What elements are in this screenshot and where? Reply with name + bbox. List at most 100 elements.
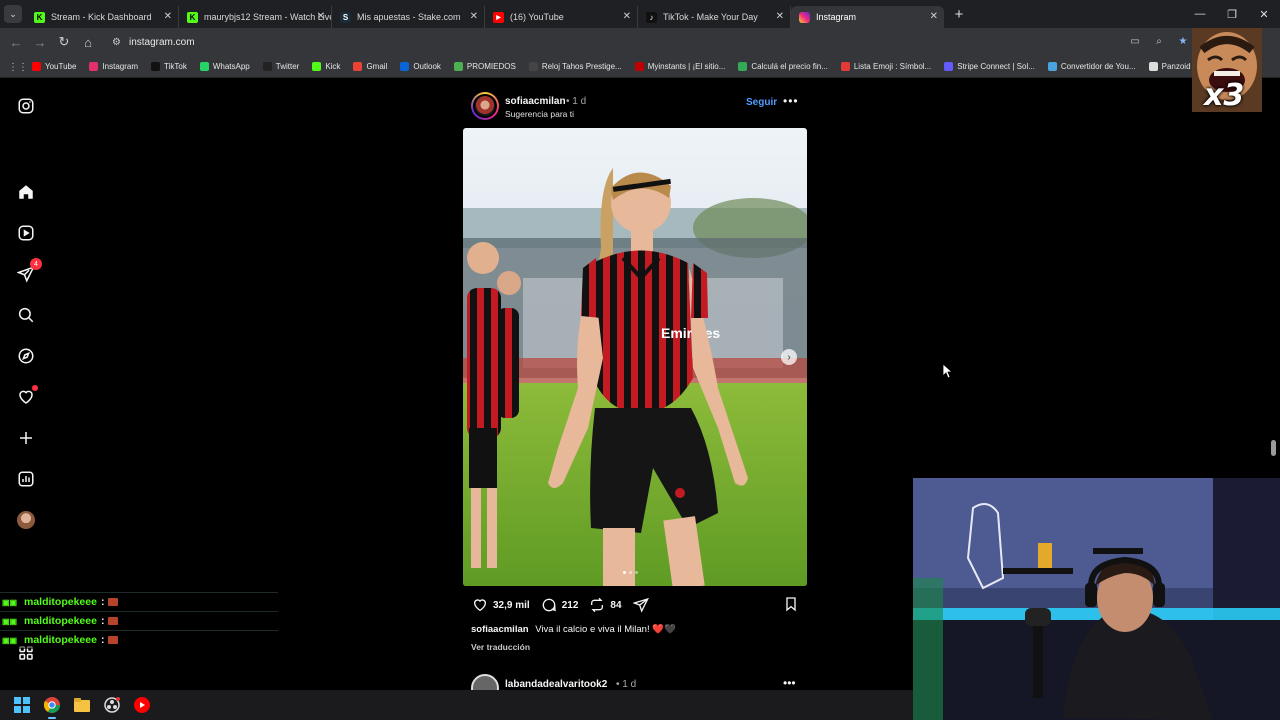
site-info-icon[interactable]: ⚙ [112,37,121,48]
obs-studio-icon[interactable] [102,695,122,715]
address-bar[interactable]: ⚙ instagram.com [104,31,1104,53]
notifications-heart-icon[interactable] [16,385,38,407]
instagram-logo-icon[interactable] [16,96,36,116]
close-icon[interactable]: ✕ [317,11,325,22]
bookmark-item[interactable]: Instagram [89,62,138,71]
post-photo[interactable]: Emirates › [463,128,807,586]
bookmark-item[interactable]: Convertidor de You... [1047,62,1136,71]
tab-kick-stream[interactable]: K maurybjs12 Stream - Watch Live ✕ [179,6,332,28]
post-time: • 1 d [566,96,587,107]
page-scrollbar[interactable] [1271,440,1276,456]
create-plus-icon[interactable] [16,428,36,448]
zoom-icon[interactable]: ⌕ [1152,34,1166,48]
bookmark-favicon-icon [199,62,209,71]
tab-youtube[interactable]: ▶ (16) YouTube ✕ [485,6,638,28]
bookmark-label: YouTube [45,62,77,71]
chat-message: ▣▣ malditopekeee : [0,611,278,630]
share-icon[interactable] [632,596,650,614]
close-icon[interactable]: ✕ [623,11,631,22]
bookmark-item[interactable]: Outlook [400,62,441,71]
bookmark-item[interactable]: TikTok [151,62,187,71]
bookmark-item[interactable]: Kick [312,62,340,71]
minimize-icon[interactable]: — [1184,0,1216,28]
profile-avatar[interactable] [17,511,35,529]
chrome-taskbar-icon[interactable] [42,695,62,719]
post-actions: 32,9 mil 212 84 [471,595,801,615]
close-window-icon[interactable]: ✕ [1248,0,1280,28]
next-post-more-button[interactable]: ••• [783,676,796,690]
home-icon[interactable] [16,182,36,202]
bookmark-star-icon[interactable]: ★ [1176,34,1190,48]
next-post-avatar[interactable] [471,674,499,690]
browser-tab-strip: ⌄ K Stream - Kick Dashboard ✕ K maurybjs… [0,0,1280,28]
tab-instagram[interactable]: Instagram ✕ [791,6,944,28]
bookmark-label: Outlook [413,62,441,71]
chat-username: malditopekeee [24,615,97,627]
comment-icon[interactable] [540,596,558,614]
maximize-icon[interactable]: ❐ [1216,0,1248,28]
close-icon[interactable]: ✕ [164,11,172,22]
tab-stake[interactable]: S Mis apuestas - Stake.com ✕ [332,6,485,28]
tab-search-button[interactable]: ⌄ [4,5,22,23]
bookmark-favicon-icon [1148,62,1158,71]
bookmark-item[interactable]: Panzoid [1148,62,1191,71]
see-translation-link[interactable]: Ver traducción [471,642,530,652]
like-heart-icon[interactable] [471,596,489,614]
reload-button[interactable]: ↻ [52,30,76,54]
bookmark-favicon-icon [89,62,99,71]
dashboard-icon[interactable] [16,469,36,489]
bookmark-item[interactable]: Reloj Tahos Prestige... [528,62,622,71]
comments-count[interactable]: 212 [562,600,579,611]
tab-title: maurybjs12 Stream - Watch Live [204,12,332,22]
bookmark-label: TikTok [164,62,187,71]
home-button[interactable]: ⌂ [76,30,100,54]
save-bookmark-icon[interactable] [783,596,801,614]
apps-grid-icon[interactable]: ⋮⋮ [8,62,28,73]
reels-icon[interactable] [16,223,36,243]
messages-icon[interactable]: 4 [16,258,42,284]
bookmark-favicon-icon [634,62,644,71]
next-post-header: labandadealvaritook2 • 1 d ••• [471,674,801,690]
jersey-sponsor-text: Emirates [661,325,720,341]
explore-icon[interactable] [16,346,36,366]
carousel-next-button[interactable]: › [781,349,797,365]
bookmark-favicon-icon [528,62,538,71]
next-post-username[interactable]: labandadealvaritook2 [505,679,607,690]
bookmark-item[interactable]: Myinstants | ¡El sitio... [634,62,725,71]
bookmark-item[interactable]: YouTube [32,62,76,71]
follow-button[interactable]: Seguir [746,97,777,108]
post-username[interactable]: sofiaacmilan [505,96,566,107]
close-icon[interactable]: ✕ [930,11,938,22]
post-author-avatar[interactable] [471,92,499,120]
youtube-music-icon[interactable] [132,695,152,715]
bookmark-item[interactable]: Twitter [262,62,299,71]
repost-icon[interactable] [588,596,606,614]
youtube-icon: ▶ [493,11,504,23]
search-icon[interactable] [16,305,36,325]
tab-tiktok[interactable]: ♪ TikTok - Make Your Day ✕ [638,6,791,28]
forward-button[interactable]: → [28,30,52,54]
bookmark-item[interactable]: PROMIEDOS [453,62,516,71]
bookmark-item[interactable]: Lista Emoji : Símbol... [840,62,931,71]
tab-kick-dashboard[interactable]: K Stream - Kick Dashboard ✕ [26,6,179,28]
bookmark-label: PROMIEDOS [466,62,516,71]
bookmark-favicon-icon [453,62,463,71]
instagram-icon [799,11,810,23]
chat-badge-icon: ▣▣ [2,635,18,645]
close-icon[interactable]: ✕ [470,11,478,22]
bookmark-item[interactable]: Gmail [353,62,387,71]
bookmark-item[interactable]: Calculá el precio fin... [738,62,828,71]
likes-count[interactable]: 32,9 mil [493,600,530,611]
back-button[interactable]: ← [4,30,28,54]
window-controls: — ❐ ✕ [1184,0,1280,28]
caption-username[interactable]: sofiaacmilan [471,624,529,635]
close-icon[interactable]: ✕ [776,11,784,22]
file-explorer-icon[interactable] [72,695,92,715]
windows-start-icon[interactable] [12,695,32,715]
bookmark-item[interactable]: WhatsApp [199,62,250,71]
bookmark-item[interactable]: Stripe Connect | Sol... [944,62,1035,71]
cast-icon[interactable]: ▭ [1128,34,1142,48]
post-more-button[interactable]: ••• [783,94,799,108]
reposts-count[interactable]: 84 [610,600,621,611]
new-tab-button[interactable]: + [950,5,968,23]
